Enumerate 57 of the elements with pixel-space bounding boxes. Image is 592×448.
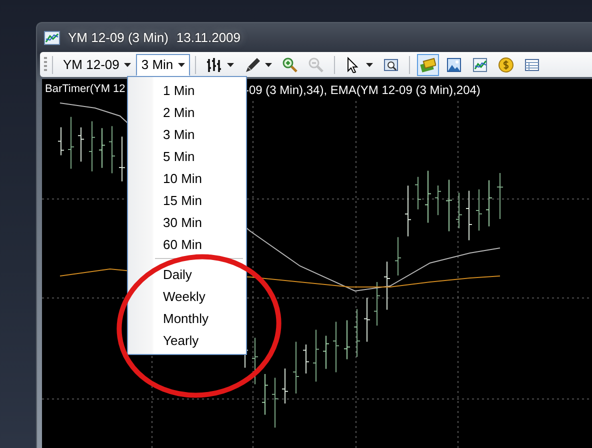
price-bar	[446, 179, 452, 232]
price-bar	[272, 377, 278, 428]
timeframe-dropdown[interactable]: 3 Min	[136, 54, 190, 76]
menu-item[interactable]: Daily	[128, 263, 246, 285]
price-bar	[456, 192, 462, 229]
price-bar	[384, 261, 390, 310]
price-bar	[282, 368, 288, 404]
caret-icon	[124, 63, 132, 68]
price-bar	[58, 126, 64, 156]
menu-item[interactable]: 15 Min	[128, 189, 246, 211]
price-bar	[466, 190, 472, 241]
price-bar	[292, 341, 300, 394]
chart-icon	[44, 30, 60, 44]
price-bar	[404, 185, 412, 237]
caret-icon	[178, 63, 186, 68]
price-bar	[252, 337, 258, 385]
price-bar	[394, 236, 402, 276]
price-bar	[322, 335, 330, 370]
price-bar	[88, 120, 96, 172]
window-date: 13.11.2009	[176, 28, 241, 47]
caret-icon	[265, 62, 272, 66]
price-bar	[262, 374, 268, 416]
price-bar	[354, 308, 360, 358]
price-bar	[302, 344, 310, 374]
price-bar	[434, 185, 442, 216]
price-bar	[414, 176, 422, 210]
menu-item[interactable]: 2 Min	[128, 101, 246, 123]
price-bar	[68, 116, 74, 170]
price-bar	[98, 128, 106, 168]
caret-icon	[366, 62, 374, 66]
price-bar	[78, 126, 84, 162]
price-bar	[118, 136, 126, 182]
menu-item[interactable]: 60 Min	[128, 233, 246, 255]
price-bar	[374, 282, 380, 326]
menu-item[interactable]: 30 Min	[128, 211, 246, 233]
caret-icon	[227, 62, 234, 66]
legend-text: BarTimer(YM 12	[45, 82, 126, 97]
menu-item[interactable]: 10 Min	[128, 167, 246, 189]
price-bar	[476, 188, 482, 232]
menu-item[interactable]: 5 Min	[128, 145, 246, 167]
menu-item[interactable]: Weekly	[128, 285, 246, 307]
window-title: YM 12-09 (3 Min)	[68, 28, 168, 47]
menu-item[interactable]: Yearly	[128, 329, 246, 351]
price-bar	[496, 172, 504, 220]
menu-item[interactable]: Monthly	[128, 307, 246, 329]
instrument-dropdown[interactable]: YM 12-09	[58, 54, 136, 76]
menu-item[interactable]: 1 Min	[128, 79, 246, 101]
menu-item[interactable]: 3 Min	[128, 123, 246, 145]
toolbar-grip[interactable]	[44, 56, 47, 72]
price-bar	[486, 180, 492, 227]
price-bar	[312, 329, 320, 382]
price-bar	[344, 320, 350, 360]
price-bar	[108, 126, 116, 174]
legend-text: -09 (3 Min),34), EMA(YM 12-09 (3 Min),204)	[245, 82, 480, 99]
price-bar	[364, 297, 370, 342]
price-bar	[424, 170, 432, 224]
price-bar	[332, 321, 340, 373]
